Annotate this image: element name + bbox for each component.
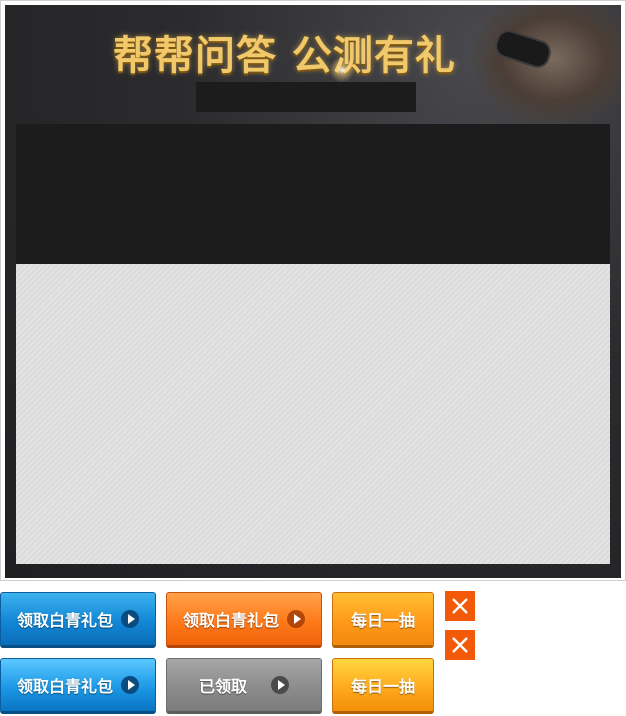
event-panel-background: 帮帮问答 公测有礼 (5, 5, 621, 578)
claim-gift-label: 领取白青礼包 (182, 611, 279, 630)
claim-gift-button-orange[interactable]: 领取白青礼包 (166, 592, 322, 648)
daily-draw-label: 每日一抽 (350, 611, 415, 630)
sparkle-effect (327, 55, 357, 85)
claim-gift-label: 领取白青礼包 (16, 677, 113, 696)
daily-draw-label: 每日一抽 (350, 677, 415, 696)
goggles-image (492, 27, 554, 71)
close-button[interactable] (445, 591, 475, 621)
play-circle-icon (121, 676, 139, 694)
claim-gift-label: 领取白青礼包 (16, 611, 113, 630)
event-panel: 帮帮问答 公测有礼 (0, 0, 626, 581)
claim-gift-button-blue[interactable]: 领取白青礼包 (0, 592, 156, 648)
play-circle-icon (121, 610, 139, 628)
content-body-area (16, 264, 610, 564)
close-icon (452, 637, 468, 653)
play-circle-icon (271, 676, 289, 694)
daily-draw-button[interactable]: 每日一抽 (332, 592, 434, 648)
claimed-label: 已领取 (198, 677, 247, 696)
play-circle-icon (287, 610, 305, 628)
content-header-area (16, 124, 610, 264)
event-title: 帮帮问答 公测有礼 (113, 33, 456, 79)
claim-gift-button-blue-hover[interactable]: 领取白青礼包 (0, 658, 156, 714)
subtitle-bar (196, 82, 416, 112)
close-button-hover[interactable] (445, 630, 475, 660)
claimed-button[interactable]: 已领取 (166, 658, 322, 714)
daily-draw-button-hover[interactable]: 每日一抽 (332, 658, 434, 714)
hero-character-image (471, 5, 621, 125)
close-icon (452, 598, 468, 614)
